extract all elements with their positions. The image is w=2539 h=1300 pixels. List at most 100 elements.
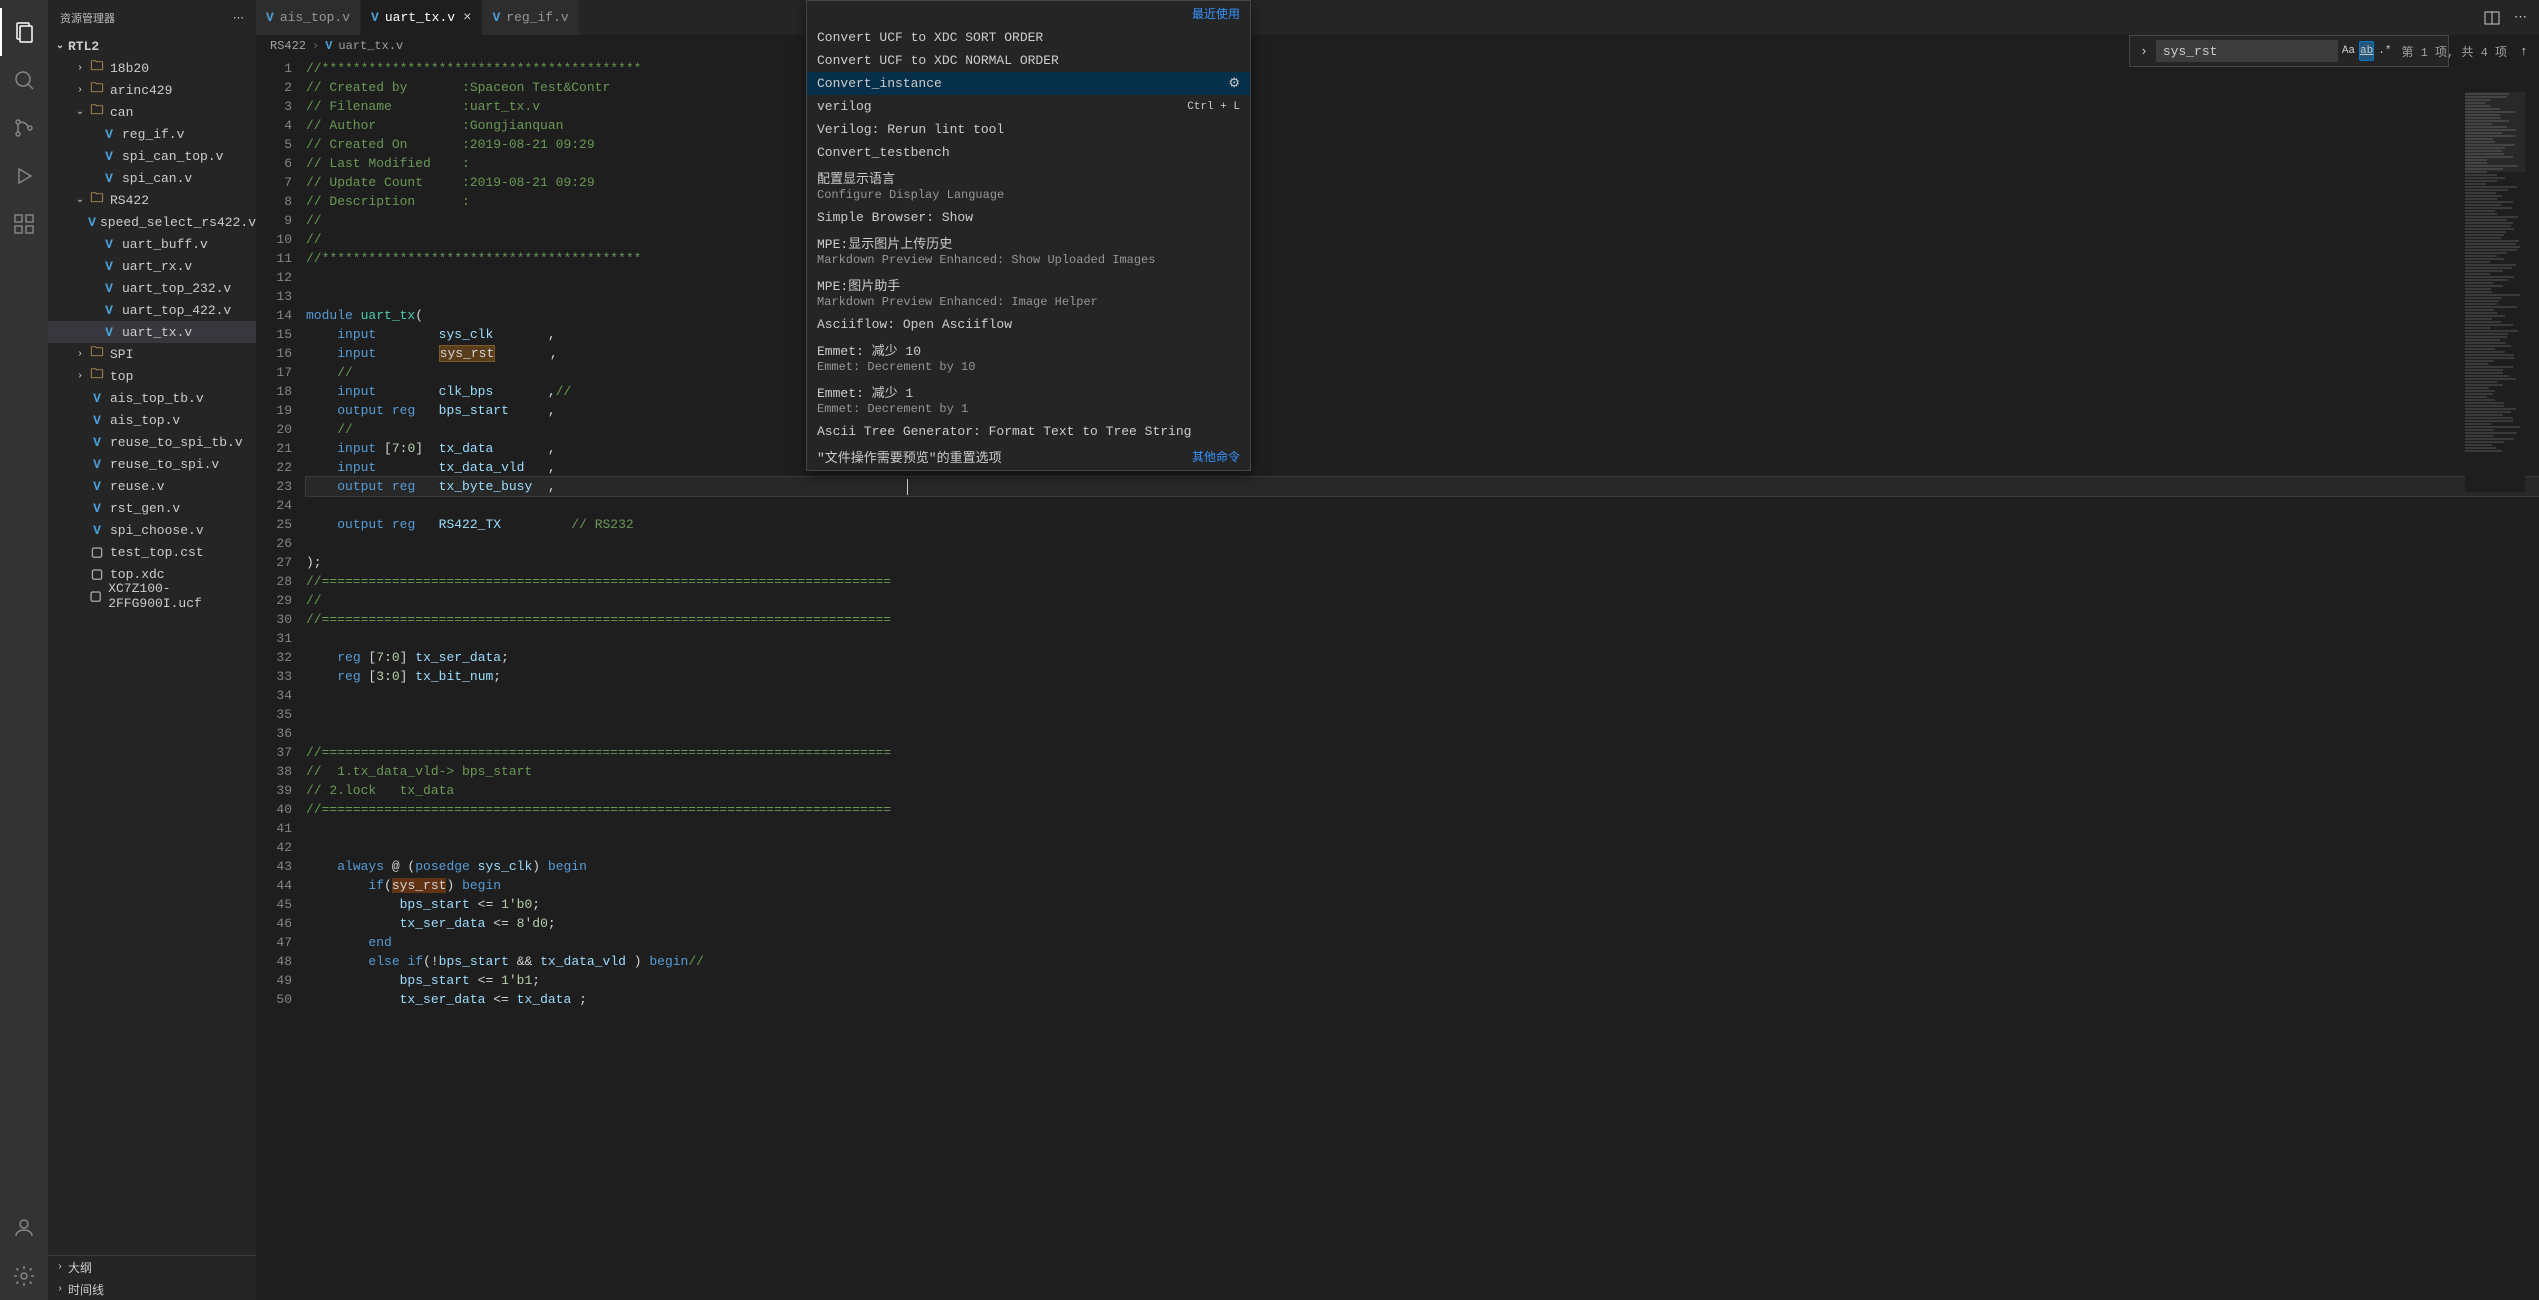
- file-icon: V: [100, 281, 118, 296]
- sidebar-more-icon[interactable]: ⋯: [233, 11, 244, 25]
- tab-actions: ⋯: [2484, 10, 2539, 26]
- palette-item[interactable]: Asciiflow: Open Asciiflow: [807, 313, 1250, 336]
- palette-item[interactable]: Convert UCF to XDC SORT ORDER: [807, 26, 1250, 49]
- file-spi_can.v[interactable]: Vspi_can.v: [48, 167, 256, 189]
- file-spi_can_top.v[interactable]: Vspi_can_top.v: [48, 145, 256, 167]
- file-speed_select_rs422.v[interactable]: Vspeed_select_rs422.v: [48, 211, 256, 233]
- folder-icon: 🗀: [88, 79, 106, 101]
- find-expand-icon[interactable]: ›: [2136, 44, 2152, 59]
- palette-item[interactable]: Convert_instance⚙: [807, 72, 1250, 95]
- palette-item[interactable]: Simple Browser: Show: [807, 206, 1250, 229]
- extensions-icon[interactable]: [0, 200, 48, 248]
- file-tree: ›🗀18b20›🗀arinc429⌄🗀canVreg_if.vVspi_can_…: [48, 57, 256, 1255]
- file-icon: ▢: [88, 567, 106, 582]
- timeline-section[interactable]: ›时间线: [48, 1278, 256, 1300]
- file-icon: V: [100, 237, 118, 252]
- project-root[interactable]: ⌄ RTL2: [48, 35, 256, 57]
- find-next-icon[interactable]: ↓: [2535, 44, 2539, 59]
- command-palette: 最近使用 Convert UCF to XDC SORT ORDERConver…: [806, 0, 1251, 471]
- file-ais_top.v[interactable]: Vais_top.v: [48, 409, 256, 431]
- file-uart_tx.v[interactable]: Vuart_tx.v: [48, 321, 256, 343]
- file-spi_choose.v[interactable]: Vspi_choose.v: [48, 519, 256, 541]
- folder-RS422[interactable]: ⌄🗀RS422: [48, 189, 256, 211]
- palette-item[interactable]: Convert UCF to XDC NORMAL ORDER: [807, 49, 1250, 72]
- file-uart_top_422.v[interactable]: Vuart_top_422.v: [48, 299, 256, 321]
- file-rst_gen.v[interactable]: Vrst_gen.v: [48, 497, 256, 519]
- activity-bar: [0, 0, 48, 1300]
- explorer-icon[interactable]: [0, 8, 48, 56]
- gear-icon[interactable]: ⚙: [1228, 76, 1240, 91]
- tab-uart-tx[interactable]: V uart_tx.v ×: [361, 0, 482, 35]
- palette-item[interactable]: Emmet: 减少 10Emmet: Decrement by 10: [807, 336, 1250, 378]
- folder-top[interactable]: ›🗀top: [48, 365, 256, 387]
- file-uart_rx.v[interactable]: Vuart_rx.v: [48, 255, 256, 277]
- palette-item[interactable]: Emmet: 减少 1Emmet: Decrement by 1: [807, 378, 1250, 420]
- minimap[interactable]: [2465, 92, 2525, 492]
- file-icon: V: [88, 457, 106, 472]
- sidebar-footer: ›大纲 ›时间线: [48, 1255, 256, 1300]
- file-XC7Z100-2FFG900I.ucf[interactable]: ▢XC7Z100-2FFG900I.ucf: [48, 585, 256, 607]
- file-uart_top_232.v[interactable]: Vuart_top_232.v: [48, 277, 256, 299]
- palette-item[interactable]: MPE:图片助手Markdown Preview Enhanced: Image…: [807, 271, 1250, 313]
- code-content[interactable]: //**************************************…: [306, 57, 2539, 1300]
- settings-gear-icon[interactable]: [0, 1252, 48, 1300]
- folder-icon: 🗀: [88, 101, 106, 123]
- debug-icon[interactable]: [0, 152, 48, 200]
- palette-recent-label: 最近使用: [807, 1, 1250, 26]
- folder-arinc429[interactable]: ›🗀arinc429: [48, 79, 256, 101]
- file-reuse_to_spi.v[interactable]: Vreuse_to_spi.v: [48, 453, 256, 475]
- chevron-right-icon: ›: [312, 39, 319, 53]
- close-icon[interactable]: ×: [463, 10, 471, 26]
- file-icon: V: [100, 303, 118, 318]
- tab-ais-top[interactable]: V ais_top.v: [256, 0, 361, 35]
- search-icon[interactable]: [0, 56, 48, 104]
- file-uart_buff.v[interactable]: Vuart_buff.v: [48, 233, 256, 255]
- file-icon: V: [88, 413, 106, 428]
- file-icon: V: [88, 435, 106, 450]
- editor-body[interactable]: 1234567891011121314151617181920212223242…: [256, 57, 2539, 1300]
- file-icon: V: [88, 501, 106, 516]
- sidebar-title: 资源管理器: [60, 10, 115, 26]
- palette-item[interactable]: Ascii Tree Generator: Format Text to Tre…: [807, 420, 1250, 443]
- find-regex-icon[interactable]: .*: [2378, 41, 2391, 61]
- palette-item[interactable]: 配置显示语言Configure Display Language: [807, 164, 1250, 206]
- file-icon: V: [88, 215, 96, 230]
- find-input[interactable]: [2156, 40, 2338, 62]
- folder-can[interactable]: ⌄🗀can: [48, 101, 256, 123]
- file-icon: ▢: [87, 589, 104, 604]
- file-icon: V: [100, 171, 118, 186]
- find-case-icon[interactable]: Aa: [2342, 41, 2355, 61]
- tab-reg-if[interactable]: V reg_if.v: [482, 0, 579, 35]
- folder-SPI[interactable]: ›🗀SPI: [48, 343, 256, 365]
- account-icon[interactable]: [0, 1204, 48, 1252]
- folder-18b20[interactable]: ›🗀18b20: [48, 57, 256, 79]
- find-whole-word-icon[interactable]: ab: [2359, 41, 2374, 61]
- verilog-file-icon: V: [266, 10, 274, 25]
- sidebar-header: 资源管理器 ⋯: [48, 0, 256, 35]
- palette-item[interactable]: Verilog: Rerun lint tool: [807, 118, 1250, 141]
- more-actions-icon[interactable]: ⋯: [2514, 10, 2527, 25]
- palette-item[interactable]: MPE:显示图片上传历史Markdown Preview Enhanced: S…: [807, 229, 1250, 271]
- file-icon: V: [100, 325, 118, 340]
- split-editor-icon[interactable]: [2484, 10, 2500, 26]
- palette-other-label: 其他命令: [1192, 448, 1240, 465]
- find-prev-icon[interactable]: ↑: [2517, 44, 2531, 59]
- folder-icon: 🗀: [88, 343, 106, 365]
- palette-item[interactable]: "文件操作需要预览"的重置选项其他命令: [807, 443, 1250, 470]
- find-result-count: 第 1 项, 共 4 项: [2401, 43, 2507, 60]
- file-icon: V: [100, 259, 118, 274]
- palette-item[interactable]: verilogCtrl + L: [807, 95, 1250, 118]
- verilog-file-icon: V: [492, 10, 500, 25]
- verilog-file-icon: V: [325, 39, 332, 53]
- folder-icon: 🗀: [88, 57, 106, 79]
- file-test_top.cst[interactable]: ▢test_top.cst: [48, 541, 256, 563]
- file-ais_top_tb.v[interactable]: Vais_top_tb.v: [48, 387, 256, 409]
- folder-icon: 🗀: [88, 189, 106, 211]
- palette-item[interactable]: Convert_testbench: [807, 141, 1250, 164]
- file-icon: V: [88, 479, 106, 494]
- file-reg_if.v[interactable]: Vreg_if.v: [48, 123, 256, 145]
- file-reuse_to_spi_tb.v[interactable]: Vreuse_to_spi_tb.v: [48, 431, 256, 453]
- outline-section[interactable]: ›大纲: [48, 1256, 256, 1278]
- file-reuse.v[interactable]: Vreuse.v: [48, 475, 256, 497]
- source-control-icon[interactable]: [0, 104, 48, 152]
